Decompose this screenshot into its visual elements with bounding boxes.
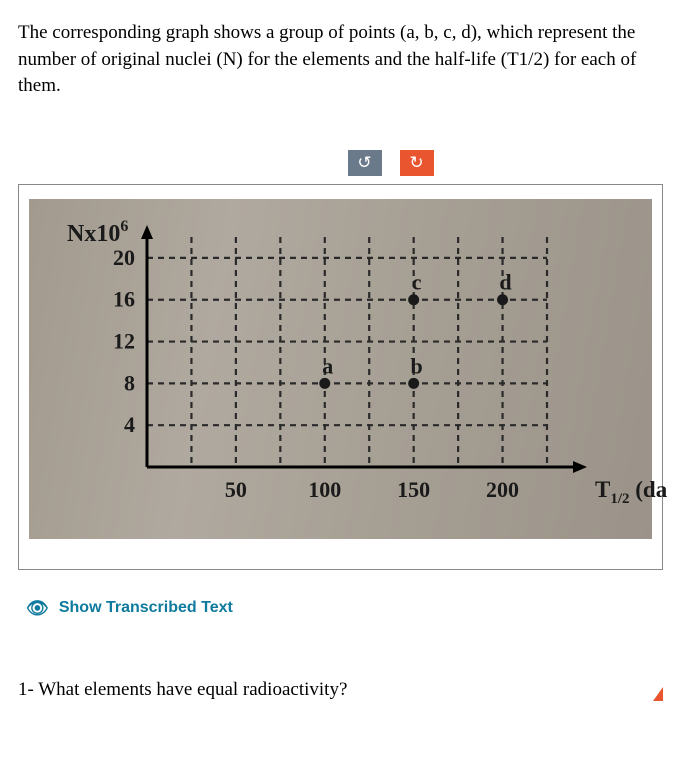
svg-text:50: 50 (225, 477, 247, 502)
svg-text:100: 100 (308, 477, 341, 502)
svg-text:16: 16 (113, 287, 135, 312)
rotate-left-button[interactable]: ↺ (348, 150, 382, 176)
svg-text:a: a (322, 353, 333, 378)
chart-svg: 4 8 12 16 20 50 100 150 200 Nx106 T1/2 (day) a b c d (47, 217, 667, 517)
svg-text:12: 12 (113, 328, 135, 353)
problem-statement: The corresponding graph shows a group of… (18, 20, 663, 100)
question-1: 1- What elements have equal radioactivit… (18, 679, 347, 701)
rotate-right-button[interactable]: ↻ (400, 150, 434, 176)
svg-text:c: c (412, 270, 422, 295)
show-transcribed-link[interactable]: 👁 Show Transcribed Text (18, 598, 663, 619)
show-transcribed-label: Show Transcribed Text (59, 599, 233, 617)
svg-text:d: d (499, 270, 511, 295)
question-row: 1- What elements have equal radioactivit… (18, 679, 663, 701)
flag-icon[interactable] (653, 687, 663, 701)
svg-text:T1/2 (day): T1/2 (day) (595, 477, 667, 507)
svg-text:b: b (411, 353, 423, 378)
svg-text:Nx106: Nx106 (67, 218, 128, 247)
graph-image: 4812162050100150200Nx106T1/2 (day)abcd (29, 199, 652, 539)
svg-text:4: 4 (124, 412, 135, 437)
svg-text:20: 20 (113, 245, 135, 270)
eye-icon: 👁 (26, 598, 49, 619)
svg-text:200: 200 (486, 477, 519, 502)
svg-text:8: 8 (124, 370, 135, 395)
image-toolbar: ↺ ↻ (118, 150, 663, 176)
svg-text:150: 150 (397, 477, 430, 502)
graph-panel: 4812162050100150200Nx106T1/2 (day)abcd (18, 184, 663, 570)
